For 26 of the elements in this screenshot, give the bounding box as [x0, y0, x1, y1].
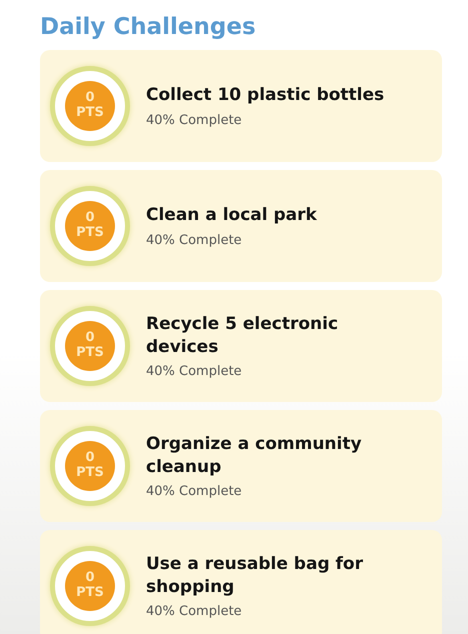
challenge-card[interactable]: 0 PTS Collect 10 plastic bottles 40% Complete — [40, 50, 442, 162]
points-value: 0 — [85, 91, 95, 106]
points-unit: PTS — [76, 226, 104, 241]
section-title: Daily Challenges — [40, 14, 257, 40]
challenge-title: Use a reusable bag for shopping — [146, 553, 364, 598]
challenge-card[interactable]: 0 PTS Organize a community cleanup 40% Complete — [40, 410, 442, 522]
progress-text: 40% Complete — [146, 364, 243, 379]
points-unit: PTS — [76, 586, 104, 601]
points-value: 0 — [85, 211, 95, 226]
challenge-card[interactable]: 0 PTS Use a reusable bag for shopping 40% Complete — [40, 530, 442, 634]
progress-text: 40% Complete — [146, 112, 243, 128]
points-value: 0 — [85, 331, 95, 346]
challenge-title: Collect 10 plastic bottles — [146, 84, 386, 107]
points-unit: PTS — [76, 106, 104, 121]
points-unit: PTS — [76, 466, 104, 481]
progress-text: 40% Complete — [146, 604, 243, 619]
challenge-title: Recycle 5 electronic devices — [146, 313, 340, 358]
points-value: 0 — [85, 451, 95, 466]
challenge-card[interactable]: 0 PTS Recycle 5 electronic devices 40% Complete — [40, 290, 442, 402]
challenge-title: Clean a local park — [146, 204, 318, 227]
progress-text: 40% Complete — [146, 232, 243, 248]
points-unit: PTS — [76, 346, 104, 361]
challenge-title: Organize a community cleanup — [146, 433, 363, 478]
progress-text: 40% Complete — [146, 484, 243, 499]
points-value: 0 — [85, 571, 95, 586]
challenge-card[interactable]: 0 PTS Clean a local park 40% Complete — [40, 170, 442, 282]
